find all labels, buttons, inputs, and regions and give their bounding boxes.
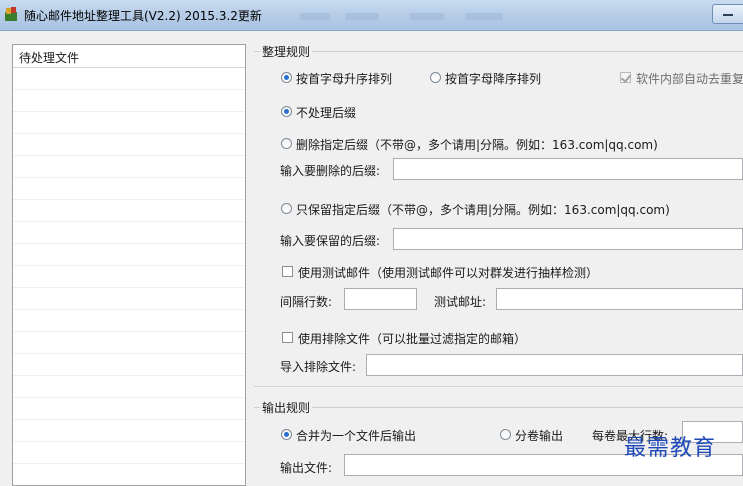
window-title: 随心邮件地址整理工具(V2.2) 2015.3.2更新 [24,9,262,23]
test-address-input[interactable] [496,288,743,310]
delete-suffix-label[interactable]: 删除指定后缀（不带@，多个请用|分隔。例如：163.com|qq.com) [296,136,658,153]
list-row-divider [13,111,245,112]
list-row-divider [13,89,245,90]
output-file-label: 输出文件: [280,461,333,475]
list-header: 待处理文件 [13,45,245,68]
sort-asc-label[interactable]: 按首字母升序排列 [296,70,392,87]
interval-label: 间隔行数: [280,295,333,309]
list-row-divider [13,397,245,398]
list-row-divider [13,353,245,354]
title-bar: 随心邮件地址整理工具(V2.2) 2015.3.2更新 [0,0,743,31]
sort-desc-label[interactable]: 按首字母降序排列 [445,70,541,87]
merge-output-radio[interactable] [281,429,292,440]
exclude-file-label[interactable]: 使用排除文件（可以批量过滤指定的邮箱） [298,330,526,347]
pending-files-list[interactable]: 待处理文件 [12,44,246,486]
no-suffix-radio[interactable] [281,106,292,117]
rules-group-title: 整理规则 [260,43,313,60]
keep-suffix-label[interactable]: 只保留指定后缀（不带@，多个请用|分隔。例如：163.com|qq.com) [296,201,670,218]
sort-desc-radio[interactable] [430,72,441,83]
no-suffix-label[interactable]: 不处理后缀 [296,104,356,121]
rules-group-border [254,51,743,52]
list-header-label: 待处理文件 [19,51,80,65]
delete-suffix-input-label: 输入要删除的后缀: [280,164,381,178]
import-exclude-input[interactable] [366,354,743,376]
blurred-menu-item [465,13,503,20]
watermark-text: 最需教育 [624,436,717,461]
list-row-divider [13,287,245,288]
exclude-file-checkbox[interactable] [282,332,293,343]
split-output-radio[interactable] [500,429,511,440]
check-icon [620,72,632,83]
list-row-divider [13,419,245,420]
keep-suffix-input-label: 输入要保留的后缀: [280,234,381,248]
list-row-divider [13,265,245,266]
list-row-divider [13,221,245,222]
keep-suffix-input[interactable] [393,228,743,250]
minimize-button[interactable] [712,4,743,24]
section-divider [254,386,743,387]
app-icon [4,6,18,22]
test-mail-label[interactable]: 使用测试邮件（使用测试邮件可以对群发进行抽样检测） [298,264,598,281]
test-mail-checkbox[interactable] [282,266,293,277]
dedupe-checkbox[interactable] [620,72,632,83]
list-row-divider [13,133,245,134]
list-row-divider [13,463,245,464]
blurred-menu-item [300,13,330,20]
output-group-border [254,407,743,408]
minimize-icon [723,14,733,16]
list-row-divider [13,155,245,156]
list-row-divider [13,199,245,200]
blurred-menu-item [410,13,444,20]
blurred-menu-item [345,13,379,20]
list-row-divider [13,309,245,310]
test-address-label: 测试邮址: [434,295,487,309]
delete-suffix-input[interactable] [393,158,743,180]
delete-suffix-radio[interactable] [281,138,292,149]
dedupe-label: 软件内部自动去重复 [636,72,743,86]
interval-input[interactable] [344,288,417,310]
list-row-divider [13,375,245,376]
split-output-label[interactable]: 分卷输出 [515,427,563,444]
import-exclude-label: 导入排除文件: [280,360,357,374]
sort-asc-radio[interactable] [281,72,292,83]
keep-suffix-radio[interactable] [281,203,292,214]
output-group-title: 输出规则 [260,399,313,416]
list-row-divider [13,243,245,244]
list-row-divider [13,331,245,332]
list-row-divider [13,441,245,442]
merge-output-label[interactable]: 合并为一个文件后输出 [296,427,416,444]
list-row-divider [13,177,245,178]
